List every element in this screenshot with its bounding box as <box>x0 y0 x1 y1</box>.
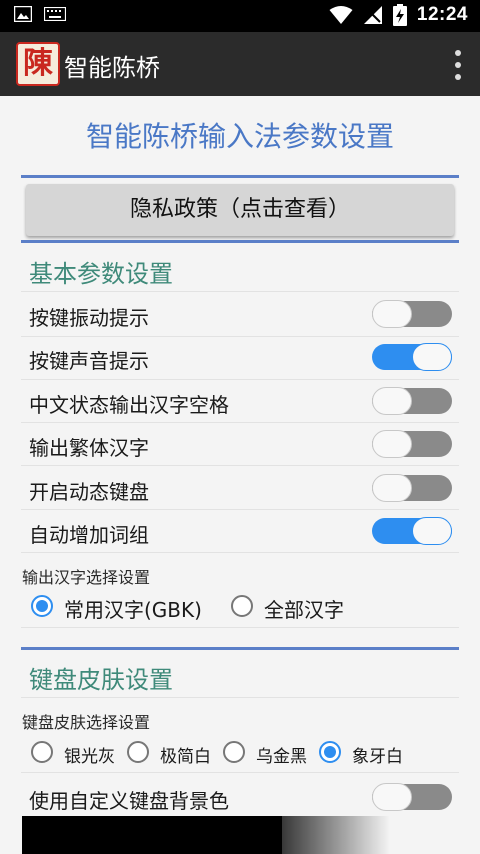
setting-label-dynamic-keyboard: 开启动态键盘 <box>29 480 149 504</box>
toggle-dynamic-keyboard[interactable] <box>372 474 452 502</box>
separator <box>21 509 459 510</box>
setting-label-sound: 按键声音提示 <box>29 349 149 373</box>
radio-label-gbk: 常用汉字(GBK) <box>64 598 202 622</box>
toggle-traditional[interactable] <box>372 430 452 458</box>
toggle-custom-bg[interactable] <box>372 783 452 811</box>
bottom-banner <box>22 816 282 854</box>
divider-basic <box>21 240 459 243</box>
radio-silver-gray[interactable] <box>31 741 53 763</box>
setting-label-auto-phrase: 自动增加词组 <box>29 523 149 547</box>
toggle-knob <box>372 300 412 328</box>
section-title-basic: 基本参数设置 <box>29 260 173 288</box>
radio-all-chars[interactable] <box>231 595 253 617</box>
bottom-banner-fade <box>250 816 390 854</box>
toggle-knob <box>372 783 412 811</box>
page-heading: 智能陈桥输入法参数设置 <box>85 120 394 153</box>
setting-label-space: 中文状态输出汉字空格 <box>29 393 229 417</box>
separator <box>21 291 459 292</box>
more-vert-icon[interactable] <box>450 50 466 80</box>
radio-label-silver-gray: 银光灰 <box>64 747 115 767</box>
toggle-knob <box>412 517 452 545</box>
toggle-auto-phrase[interactable] <box>372 517 452 545</box>
setting-label-traditional: 输出繁体汉字 <box>29 436 149 460</box>
separator <box>21 552 459 553</box>
setting-label-custom-bg: 使用自定义键盘背景色 <box>29 789 229 813</box>
status-bar: 12:24 <box>0 0 480 32</box>
toggle-knob <box>372 430 412 458</box>
toggle-vibration[interactable] <box>372 300 452 328</box>
radio-minimal-white[interactable] <box>127 741 149 763</box>
separator <box>21 422 459 423</box>
toggle-sound[interactable] <box>372 343 452 371</box>
skin-selection-title: 键盘皮肤选择设置 <box>22 713 151 732</box>
wifi-icon <box>329 6 353 24</box>
toggle-knob <box>372 474 412 502</box>
battery-charging-icon <box>392 4 407 26</box>
divider-skin <box>21 647 459 650</box>
separator <box>21 627 459 628</box>
keyboard-icon <box>44 7 66 21</box>
image-icon <box>14 6 32 22</box>
separator <box>21 772 459 773</box>
signal-icon <box>363 6 382 24</box>
divider-top <box>21 175 459 178</box>
setting-label-vibration: 按键振动提示 <box>29 306 149 330</box>
separator <box>21 336 459 337</box>
status-time: 12:24 <box>416 4 468 25</box>
radio-gbk[interactable] <box>31 595 53 617</box>
separator <box>21 465 459 466</box>
toggle-space[interactable] <box>372 387 452 415</box>
section-title-skin: 键盘皮肤设置 <box>29 666 173 694</box>
app-title: 智能陈桥 <box>64 54 160 82</box>
privacy-policy-button[interactable]: 隐私政策（点击查看） <box>26 184 454 236</box>
radio-label-black-gold: 乌金黑 <box>256 747 307 767</box>
radio-label-minimal-white: 极简白 <box>160 747 211 767</box>
radio-label-all-chars: 全部汉字 <box>264 598 344 622</box>
app-logo: 陳 <box>16 42 60 86</box>
app-logo-text: 陳 <box>23 46 53 81</box>
separator <box>21 379 459 380</box>
toggle-knob <box>412 343 452 371</box>
separator <box>21 697 459 698</box>
app-bar: 陳 智能陈桥 <box>0 32 480 96</box>
toggle-knob <box>372 387 412 415</box>
radio-black-gold[interactable] <box>223 741 245 763</box>
radio-label-ivory-white: 象牙白 <box>352 747 403 767</box>
output-selection-title: 输出汉字选择设置 <box>22 568 151 587</box>
radio-ivory-white[interactable] <box>319 741 341 763</box>
